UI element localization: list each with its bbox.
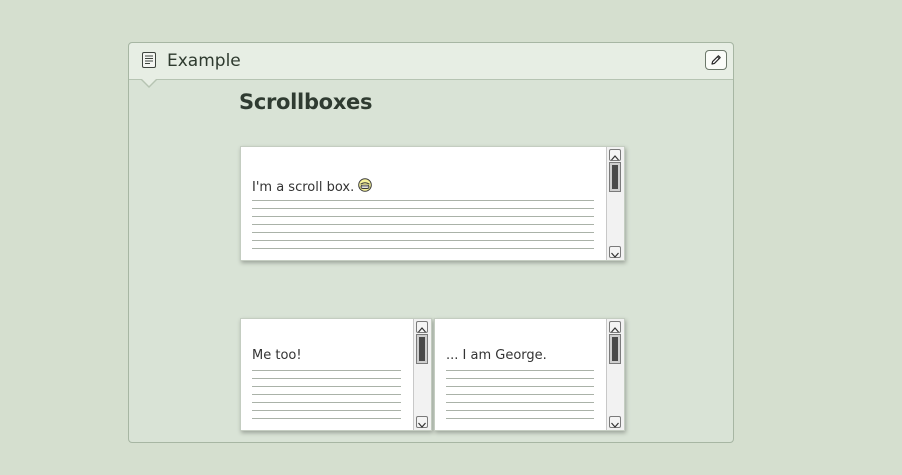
chevron-down-icon bbox=[418, 413, 426, 431]
pencil-icon bbox=[710, 51, 722, 70]
grin-smiley-icon bbox=[358, 178, 373, 192]
scroll-thumb[interactable] bbox=[609, 162, 621, 192]
panel-title: Example bbox=[167, 51, 241, 71]
scrollbox-text: I'm a scroll box. bbox=[252, 180, 355, 195]
chevron-down-icon bbox=[611, 243, 619, 261]
scrollbox-text: ... I am George. bbox=[446, 348, 547, 363]
scroll-up-button[interactable] bbox=[609, 321, 621, 333]
scrollbar[interactable] bbox=[606, 319, 624, 430]
scroll-down-button[interactable] bbox=[416, 416, 428, 428]
scroll-up-button[interactable] bbox=[416, 321, 428, 333]
scrollbox-text: Me too! bbox=[252, 348, 302, 363]
chevron-down-icon bbox=[611, 413, 619, 431]
scroll-up-button[interactable] bbox=[609, 149, 621, 161]
ruled-lines bbox=[252, 200, 594, 256]
ruled-lines bbox=[252, 370, 401, 426]
document-icon bbox=[142, 52, 156, 68]
scroll-content: I'm a scroll box. bbox=[252, 147, 594, 260]
scroll-thumb[interactable] bbox=[609, 334, 621, 364]
panel-header: Example bbox=[129, 43, 733, 80]
scroll-thumb[interactable] bbox=[416, 334, 428, 364]
scrollbox-right[interactable]: ... I am George. bbox=[434, 318, 625, 431]
example-panel: Example Scrollboxes I'm a scroll box. Me… bbox=[128, 42, 734, 443]
header-notch bbox=[141, 78, 157, 86]
scrollbox-main[interactable]: I'm a scroll box. bbox=[240, 146, 625, 261]
chevron-up-icon bbox=[611, 319, 619, 337]
scroll-content: Me too! bbox=[252, 319, 401, 430]
scroll-content: ... I am George. bbox=[446, 319, 594, 430]
scrollbox-left[interactable]: Me too! bbox=[240, 318, 432, 431]
scroll-down-button[interactable] bbox=[609, 246, 621, 258]
page-heading: Scrollboxes bbox=[239, 90, 373, 114]
scroll-down-button[interactable] bbox=[609, 416, 621, 428]
scrollbar[interactable] bbox=[606, 147, 624, 260]
scrollbox-text-line: I'm a scroll box. bbox=[252, 178, 373, 195]
edit-button[interactable] bbox=[705, 50, 727, 70]
chevron-up-icon bbox=[611, 147, 619, 165]
chevron-up-icon bbox=[418, 319, 426, 337]
ruled-lines bbox=[446, 370, 594, 426]
scrollbar[interactable] bbox=[413, 319, 431, 430]
